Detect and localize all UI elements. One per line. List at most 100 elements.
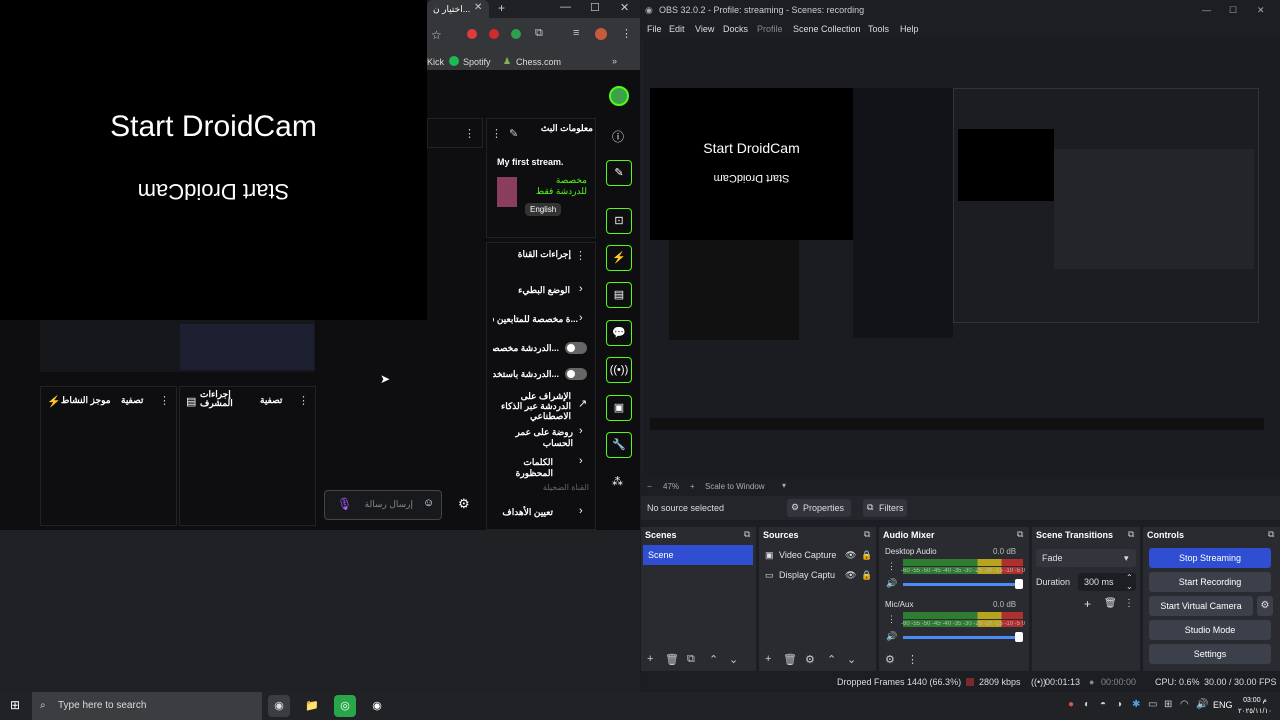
extension-icon[interactable] [467,29,477,39]
media-icon[interactable]: ≡ [573,27,579,39]
volume-slider-handle[interactable] [1015,579,1023,589]
chat-icon[interactable]: 💬 [606,320,632,346]
menu-docks[interactable]: Docks [723,24,748,34]
bookmark-star-icon[interactable]: ☆ [431,28,442,42]
menu-item-slow-mode[interactable]: الوضع البطيء [495,285,570,296]
eye-icon[interactable]: 👁 [845,547,856,563]
add-icon[interactable]: + [647,653,653,665]
volume-icon[interactable]: 🔊 [1196,699,1208,710]
stream-category[interactable]: مخصصة للدردشة فقط [523,175,587,197]
windows-icon[interactable]: ⊞ [1164,699,1172,710]
chat-input[interactable]: 🎙 إرسال رسالة ☺ [324,490,442,520]
close-icon[interactable]: ✕ [474,2,482,13]
broadcast-icon[interactable]: ((•)) [606,357,632,383]
maximize-icon[interactable]: ☐ [1229,0,1237,20]
clock[interactable]: 03:00 م ٢٠٢٥/١١/١٠ [1238,695,1272,717]
network-icon[interactable]: ▭ [1148,699,1157,710]
add-icon[interactable]: + [1084,597,1091,611]
menu-profile[interactable]: Profile [757,24,783,34]
source-item[interactable]: ▣ Video Capture 👁 🔒 [763,547,873,563]
more-icon[interactable]: ⋮ [907,653,918,666]
toggle-switch[interactable] [565,342,587,354]
arrow-down-icon[interactable]: ⌄ [847,653,856,666]
stop-streaming-button[interactable]: Stop Streaming [1149,548,1271,568]
menu-item-followers[interactable]: ...ة مخصصة للمتابعين فقط [493,314,578,325]
speaker-icon[interactable]: 🔊 [886,578,897,589]
tray-icon[interactable]: ● [1068,699,1074,710]
new-tab-icon[interactable]: + [498,1,505,15]
bolt-icon[interactable]: ⚡ [606,245,632,271]
menu-item-ai-moderation[interactable]: الإشراف على الدردشة عبر الذكاء الاصطناعي [491,391,571,421]
extension-icon[interactable] [511,29,521,39]
extension-icon[interactable] [489,29,499,39]
volume-slider[interactable] [903,583,1021,586]
maximize-icon[interactable]: ☐ [590,1,600,14]
source-item[interactable]: ▭ Display Captu 👁 🔒 [763,567,873,583]
toggle-switch[interactable] [565,368,587,380]
menu-scene-collection[interactable]: Scene Collection [793,24,861,34]
lock-icon[interactable]: 🔒 [861,567,872,583]
notes-icon[interactable]: ▤ [606,282,632,308]
eye-icon[interactable]: 👁 [845,567,856,583]
close-window-icon[interactable]: ✕ [620,1,629,14]
obs-preview[interactable]: Start DroidCam Start DroidCam [644,38,1280,478]
edit-icon[interactable]: ✎ [509,127,518,140]
obs-icon[interactable]: ◉ [366,695,388,717]
more-icon[interactable]: ⋮ [298,394,309,407]
advanced-audio-icon[interactable]: ⚙ [885,653,895,666]
more-icon[interactable]: ⋮ [464,127,475,140]
avatar[interactable] [595,28,607,40]
zoom-mode[interactable]: Scale to Window [705,482,765,491]
volume-slider-handle[interactable] [1015,632,1023,642]
tray-icon[interactable]: ◐ [1084,699,1090,710]
bookmark-spotify[interactable]: Spotify [463,57,491,67]
trash-icon[interactable]: 🗑 [1104,598,1117,609]
filter-icon[interactable]: ⧉ [687,653,695,666]
trash-icon[interactable]: 🗑 [783,653,797,666]
virtual-camera-settings-button[interactable]: ⚙ [1257,596,1273,616]
emoji-icon[interactable]: ☺ [423,497,434,509]
taskbar-search[interactable]: ⌕ Type here to search [32,692,262,720]
more-icon[interactable]: ⋮ [1124,598,1134,609]
microphone-icon[interactable]: 🎙 [337,497,352,511]
wifi-icon[interactable]: ◠ [1180,699,1189,710]
transition-select[interactable]: Fade ▾ [1036,549,1136,567]
more-icon[interactable]: ⋮ [491,127,502,140]
zoom-in-icon[interactable]: + [690,482,695,491]
menu-item-banned-words[interactable]: الكلمات المحظورة [493,457,553,479]
duration-input[interactable]: 300 ms ⌃ ⌄ [1078,573,1136,591]
bluetooth-icon[interactable]: ✱ [1132,699,1140,710]
more-icon[interactable]: ⋮ [159,394,170,407]
close-window-icon[interactable]: ✕ [1257,0,1265,20]
start-virtual-camera-button[interactable]: Start Virtual Camera [1149,596,1253,616]
arrow-down-icon[interactable]: ⌄ [729,653,738,666]
edit-icon[interactable]: ✎ [606,160,632,186]
menu-item-account-age[interactable]: روضة على عمر الحساب [493,427,573,449]
menu-help[interactable]: Help [900,24,919,34]
menu-item-set-goals[interactable]: تعيين الأهداف [493,507,553,518]
tray-icon[interactable]: ◓ [1100,699,1106,710]
tray-icon[interactable]: ◑ [1116,699,1122,710]
bookmark-chess[interactable]: Chess.com [516,57,561,67]
minimize-icon[interactable]: — [1202,0,1211,20]
gear-icon[interactable]: ⚙ [458,496,470,512]
arrow-up-icon[interactable]: ⌃ [709,653,718,666]
puzzle-icon[interactable]: ⧉ [535,27,543,40]
info-icon[interactable]: ⓘ [612,128,624,145]
settings-button[interactable]: Settings [1149,644,1271,664]
layout-icon[interactable]: ▣ [606,395,632,421]
chevron-down-icon[interactable]: ▾ [782,481,786,490]
spin-down-icon[interactable]: ⌄ [1126,578,1133,596]
more-icon[interactable]: ⋮ [575,249,586,262]
trash-icon[interactable]: 🗑 [665,653,679,666]
chevron-right-icon[interactable]: » [612,56,617,66]
bookmark-kick[interactable]: Kick [427,57,444,67]
start-recording-button[interactable]: Start Recording [1149,572,1271,592]
wrench-icon[interactable]: 🔧 [606,432,632,458]
menu-edit[interactable]: Edit [669,24,685,34]
dock-undock-icon[interactable]: ⧉ [1128,529,1134,540]
speaker-icon[interactable]: 🔊 [886,631,897,642]
file-explorer-icon[interactable]: 📁 [301,695,323,717]
dock-undock-icon[interactable]: ⧉ [1017,529,1023,540]
scene-item[interactable]: Scene [643,545,753,565]
